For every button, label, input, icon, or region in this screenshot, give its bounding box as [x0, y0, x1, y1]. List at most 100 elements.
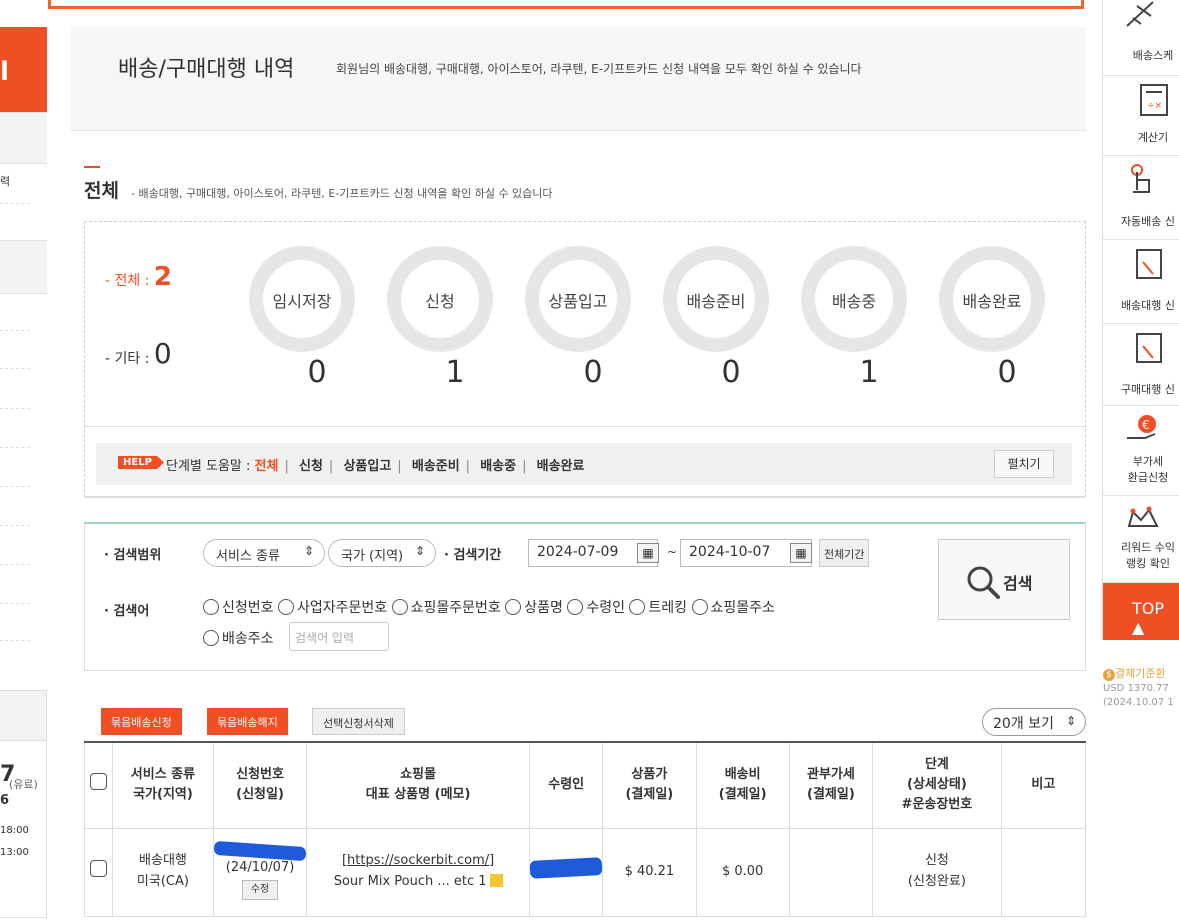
keyword-input[interactable]: 검색어 입력 — [289, 622, 389, 651]
redacted-recipient — [529, 857, 603, 879]
exchange-rate-date: (2024.10.07 1 — [1103, 697, 1174, 708]
row-checkbox[interactable] — [89, 859, 107, 877]
keyword-label: · 검색어 — [104, 604, 150, 619]
left-sidebar-divider — [0, 525, 30, 526]
left-sidebar-header: l — [0, 27, 47, 112]
col-mall: 쇼핑몰 대표 상품명 (메모) — [306, 741, 531, 829]
col-note: 비고 — [1000, 741, 1087, 829]
crown-icon — [1127, 506, 1159, 527]
calendar-icon[interactable]: ▦ — [790, 543, 812, 563]
left-sidebar-divider — [0, 564, 30, 565]
radio-icon[interactable] — [629, 599, 646, 615]
option-mall-address[interactable]: 쇼핑몰주소 — [691, 599, 775, 616]
option-label: 쇼핑몰주소 — [710, 600, 775, 616]
help-link-all[interactable]: 전체 — [255, 459, 279, 474]
page-title: 배송/구매대행 내역 — [118, 57, 295, 82]
stage-label: 상품입고 — [548, 292, 608, 311]
help-link-delivered[interactable]: 배송완료 — [537, 459, 585, 474]
search-button-label: 검색 — [1003, 574, 1033, 593]
select-all-checkbox[interactable] — [89, 773, 107, 791]
option-label: 트레킹 — [648, 600, 688, 616]
quick-purchase-request[interactable]: 구매대행 신 — [1103, 324, 1179, 406]
quick-calculator[interactable]: ÷× 계산기 — [1103, 76, 1179, 156]
option-mall-order-no[interactable]: 쇼핑몰주문번호 — [391, 599, 501, 616]
calendar-icon[interactable]: ▦ — [637, 543, 659, 563]
top-banner-edge — [48, 0, 1084, 9]
help-link-shipping[interactable]: 배송중 — [480, 459, 516, 474]
radio-icon[interactable] — [567, 599, 584, 615]
radio-icon[interactable] — [203, 630, 219, 646]
all-period-button[interactable]: 전체기간 — [819, 539, 870, 567]
help-row: HELP 단계별 도움말 : 전체 | 신청 | 상품입고 | 배송준비 | 배송중 | … — [85, 426, 1085, 498]
option-recipient[interactable]: 수령인 — [567, 599, 625, 616]
quick-label: 배송대행 신 — [1120, 299, 1176, 312]
left-sidebar-text[interactable]: 력 — [0, 173, 10, 189]
stage-label: 배송준비 — [686, 292, 746, 311]
quick-label: 배송스케 — [1132, 49, 1174, 62]
edit-button[interactable]: 수정 — [241, 880, 279, 901]
row-price: $ 40.21 — [602, 827, 697, 917]
row-tax — [788, 827, 874, 917]
quick-vat-refund[interactable]: € 부가세 환급신청 — [1103, 406, 1179, 496]
row-recipient — [529, 827, 604, 917]
section-accent-bar — [84, 166, 100, 168]
quick-shipping-request[interactable]: 배송대행 신 — [1103, 240, 1179, 324]
chevron-updown-icon: ⇕ — [414, 544, 425, 558]
quick-label: 부가세 — [1132, 455, 1164, 468]
total-label: - 전체 : — [105, 273, 154, 289]
service-type-select[interactable]: 서비스 종류 ⇕ — [203, 539, 325, 567]
right-quick-menu: 배송스케 ÷× 계산기 자동배송 신 배송대행 신 구매대행 신 € 부가세 환… — [1102, 0, 1179, 640]
quick-reward-ranking[interactable]: 리워드 수익 랭킹 확인 — [1103, 496, 1179, 583]
option-ship-address[interactable]: 배송주소 — [203, 628, 274, 648]
order-date: (24/10/07) — [225, 859, 295, 875]
stage-count: 0 — [583, 355, 603, 390]
left-sidebar-header-text: l — [0, 57, 9, 87]
per-page-select[interactable]: 20개 보기 ⇕ — [982, 708, 1086, 736]
page-header: 배송/구매대행 내역 회원님의 배송대행, 구매대행, 아이스토어, 라쿠텐, … — [71, 27, 1086, 131]
option-label: 수령인 — [586, 600, 625, 616]
mall-link[interactable]: [https://sockerbit.com/] — [307, 851, 529, 872]
per-page-value: 20개 보기 — [993, 716, 1054, 732]
help-link-received[interactable]: 상품입고 — [343, 459, 391, 474]
section-title: 전체 — [84, 180, 119, 202]
product-name: Sour Mix Pouch ... etc 1 — [307, 872, 529, 893]
radio-icon[interactable] — [277, 599, 294, 615]
quick-shipping-schedule[interactable]: 배송스케 — [1103, 0, 1179, 76]
row-mall: [https://sockerbit.com/] Sour Mix Pouch … — [306, 827, 531, 917]
help-link-apply[interactable]: 신청 — [299, 459, 323, 474]
bundle-request-button[interactable]: 묶음배송신청 — [101, 708, 182, 735]
option-product[interactable]: 상품명 — [505, 599, 563, 616]
memo-icon[interactable] — [489, 874, 503, 887]
radio-icon[interactable] — [203, 599, 219, 615]
delete-selected-button[interactable]: 선택신청서삭제 — [312, 708, 405, 735]
col-recipient: 수령인 — [529, 741, 604, 829]
search-range-label: · 검색범위 — [104, 548, 162, 563]
calculator-icon: ÷× — [1140, 84, 1168, 116]
stage-label: 신청 — [425, 292, 455, 311]
country-value: 국가 (지역) — [341, 549, 404, 564]
row-shipping: $ 0.00 — [695, 827, 790, 917]
expand-button[interactable]: 펼치기 — [994, 450, 1054, 478]
stage-count: 1 — [859, 355, 879, 390]
radio-icon[interactable] — [505, 599, 522, 615]
radio-icon[interactable] — [391, 599, 408, 615]
table-row[interactable]: 배송대행 미국(CA) (24/10/07) 수정 [https://socker… — [84, 827, 1087, 917]
option-tracking[interactable]: 트레킹 — [629, 599, 688, 616]
search-button[interactable]: 검색 — [938, 539, 1070, 620]
option-biz-order-no[interactable]: 사업자주문번호 — [277, 599, 387, 616]
top-button[interactable]: TOP ▲ — [1103, 583, 1179, 640]
info-time: 13:00 — [0, 847, 29, 858]
svg-text:÷×: ÷× — [1147, 101, 1162, 111]
table-header-row: 서비스 종류 국가(지역) 신청번호 (신청일) 쇼핑몰 대표 상품명 (메모) 수령… — [84, 741, 1087, 829]
bundle-cancel-button[interactable]: 묶음배송해지 — [207, 708, 288, 735]
help-link-ready[interactable]: 배송준비 — [412, 459, 460, 474]
option-order-no[interactable]: 신청번호 — [203, 599, 274, 616]
arrow-up-icon: ▲ — [1132, 618, 1145, 637]
left-sidebar-divider — [0, 203, 30, 204]
stage-label: 배송중 — [831, 292, 877, 311]
radio-icon[interactable] — [691, 599, 708, 615]
quick-auto-shipping[interactable]: 자동배송 신 — [1103, 156, 1179, 240]
quick-label: 환급신청 — [1127, 471, 1169, 484]
country-select[interactable]: 국가 (지역) ⇕ — [328, 539, 436, 567]
etc-count: - 기타 : 0 — [105, 337, 172, 370]
